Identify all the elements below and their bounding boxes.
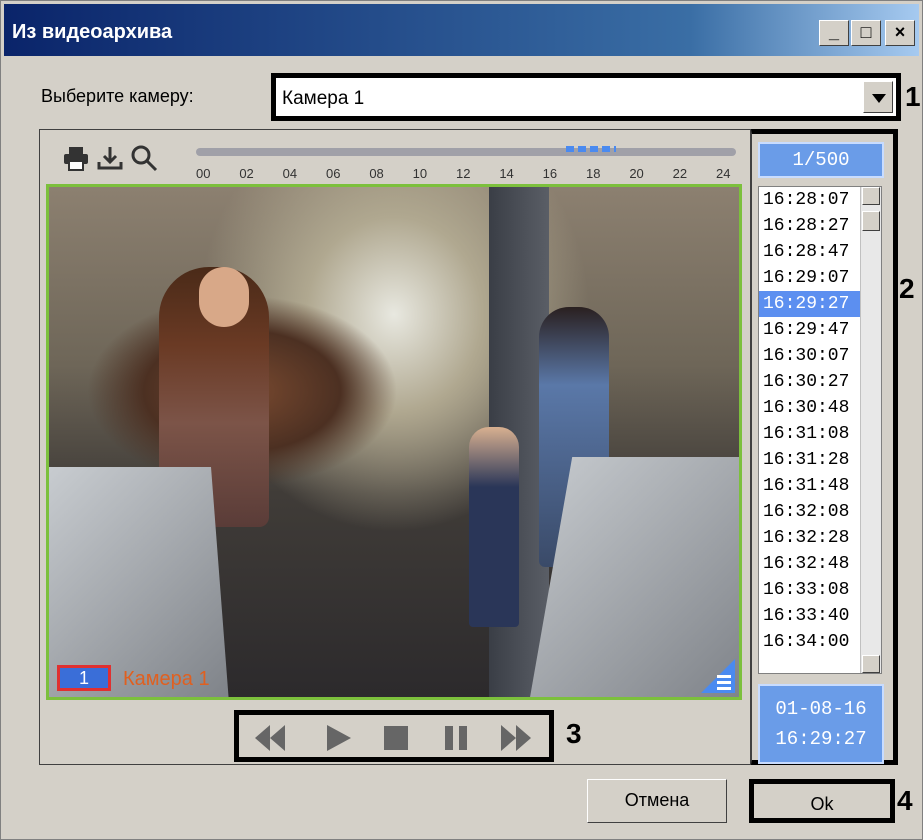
timeline-tick: 08 — [369, 166, 384, 181]
camera-select-label: Выберите камеру: — [41, 86, 194, 106]
time-list-item[interactable]: 16:30:07 — [759, 343, 863, 369]
time-list-item[interactable]: 16:29:47 — [759, 317, 863, 343]
scroll-down-button[interactable] — [862, 655, 880, 673]
timeline-tick: 20 — [629, 166, 644, 181]
callout-2: 2 — [899, 273, 915, 304]
timeline-track[interactable] — [196, 148, 736, 156]
video-frame[interactable]: 1 Камера 1 — [46, 184, 742, 700]
video-archive-dialog: Из видеоархива _ □ × Выберите камеру: Ка… — [0, 0, 923, 840]
title-bar: Из видеоархива _ □ × — [4, 4, 919, 56]
time-list-item[interactable]: 16:30:27 — [759, 369, 863, 395]
timeline-recordings — [566, 146, 616, 152]
timeline[interactable]: 00 02 04 06 08 10 12 14 16 18 20 22 24 — [196, 146, 736, 186]
time-list-item[interactable]: 16:28:07 — [759, 187, 863, 213]
time-list-item[interactable]: 16:28:47 — [759, 239, 863, 265]
download-icon[interactable] — [96, 144, 124, 172]
playback-controls — [234, 710, 554, 762]
timeline-tick: 02 — [239, 166, 254, 181]
current-time: 16:29:27 — [775, 728, 867, 750]
current-date: 01-08-16 — [775, 698, 867, 720]
timeline-tick: 12 — [456, 166, 471, 181]
camera-select-value: Камера 1 — [282, 88, 365, 109]
rewind-icon[interactable] — [253, 723, 287, 753]
time-list-item[interactable]: 16:33:08 — [759, 577, 863, 603]
timeline-tick: 10 — [412, 166, 428, 181]
window-title: Из видеоархива — [12, 21, 173, 43]
timeline-tick: 00 — [196, 166, 211, 181]
cancel-button[interactable]: Отмена — [587, 779, 727, 823]
play-icon[interactable] — [321, 723, 355, 753]
time-list-item[interactable]: 16:28:27 — [759, 213, 863, 239]
scroll-thumb[interactable] — [862, 211, 880, 231]
timeline-tick: 06 — [326, 166, 341, 181]
close-button[interactable]: × — [885, 20, 915, 46]
scrollbar[interactable] — [860, 187, 881, 673]
record-counter: 1/500 — [758, 142, 884, 178]
scroll-up-button[interactable] — [862, 187, 880, 205]
camera-id-badge: 1 — [57, 665, 111, 691]
time-list-item[interactable]: 16:31:08 — [759, 421, 863, 447]
magnifier-icon[interactable] — [130, 144, 158, 172]
timeline-tick: 16 — [542, 166, 558, 181]
dropdown-arrow-icon[interactable] — [863, 81, 893, 113]
time-list-item[interactable]: 16:33:40 — [759, 603, 863, 629]
time-list-item[interactable]: 16:32:28 — [759, 525, 863, 551]
pause-icon[interactable] — [439, 723, 473, 753]
camera-select[interactable]: Камера 1 — [271, 73, 901, 121]
time-list-item[interactable]: 16:34:00 — [759, 629, 863, 655]
time-list-item[interactable]: 16:31:48 — [759, 473, 863, 499]
time-list-item[interactable]: 16:29:07 — [759, 265, 863, 291]
time-list-item[interactable]: 16:31:28 — [759, 447, 863, 473]
timeline-tick: 22 — [672, 166, 688, 181]
time-list-item[interactable]: 16:29:27 — [759, 291, 863, 317]
video-panel: 00 02 04 06 08 10 12 14 16 18 20 22 24 1 Камера 1 — [39, 129, 751, 765]
callout-3: 3 — [566, 718, 582, 749]
timeline-tick: 14 — [499, 166, 514, 181]
timeline-tick: 18 — [586, 166, 601, 181]
toolbar: 00 02 04 06 08 10 12 14 16 18 20 22 24 — [48, 138, 744, 186]
ok-button[interactable]: Ok — [749, 779, 895, 823]
timeline-tick: 04 — [282, 166, 298, 181]
printer-icon[interactable] — [62, 144, 90, 172]
callout-1: 1 — [905, 81, 921, 112]
callout-4: 4 — [897, 785, 913, 816]
minimize-button[interactable]: _ — [819, 20, 849, 46]
child-shape — [469, 427, 519, 627]
timeline-tick: 24 — [716, 166, 731, 181]
current-datetime: 01-08-16 16:29:27 — [758, 684, 884, 764]
time-list[interactable]: 16:28:07 16:28:27 16:28:47 16:29:07 16:29:27… — [758, 186, 882, 674]
time-list-item[interactable]: 16:30:48 — [759, 395, 863, 421]
maximize-button[interactable]: □ — [851, 20, 881, 46]
time-list-item[interactable]: 16:32:48 — [759, 551, 863, 577]
archive-panel: 1/500 16:28:07 16:28:27 16:28:47 16:29:07 16… — [751, 129, 898, 765]
camera-name-overlay: Камера 1 — [123, 668, 210, 690]
time-list-item[interactable]: 16:32:08 — [759, 499, 863, 525]
menu-icon[interactable] — [701, 659, 735, 693]
fast-forward-icon[interactable] — [499, 723, 533, 753]
stop-icon[interactable] — [379, 723, 413, 753]
face-shape — [199, 267, 249, 327]
